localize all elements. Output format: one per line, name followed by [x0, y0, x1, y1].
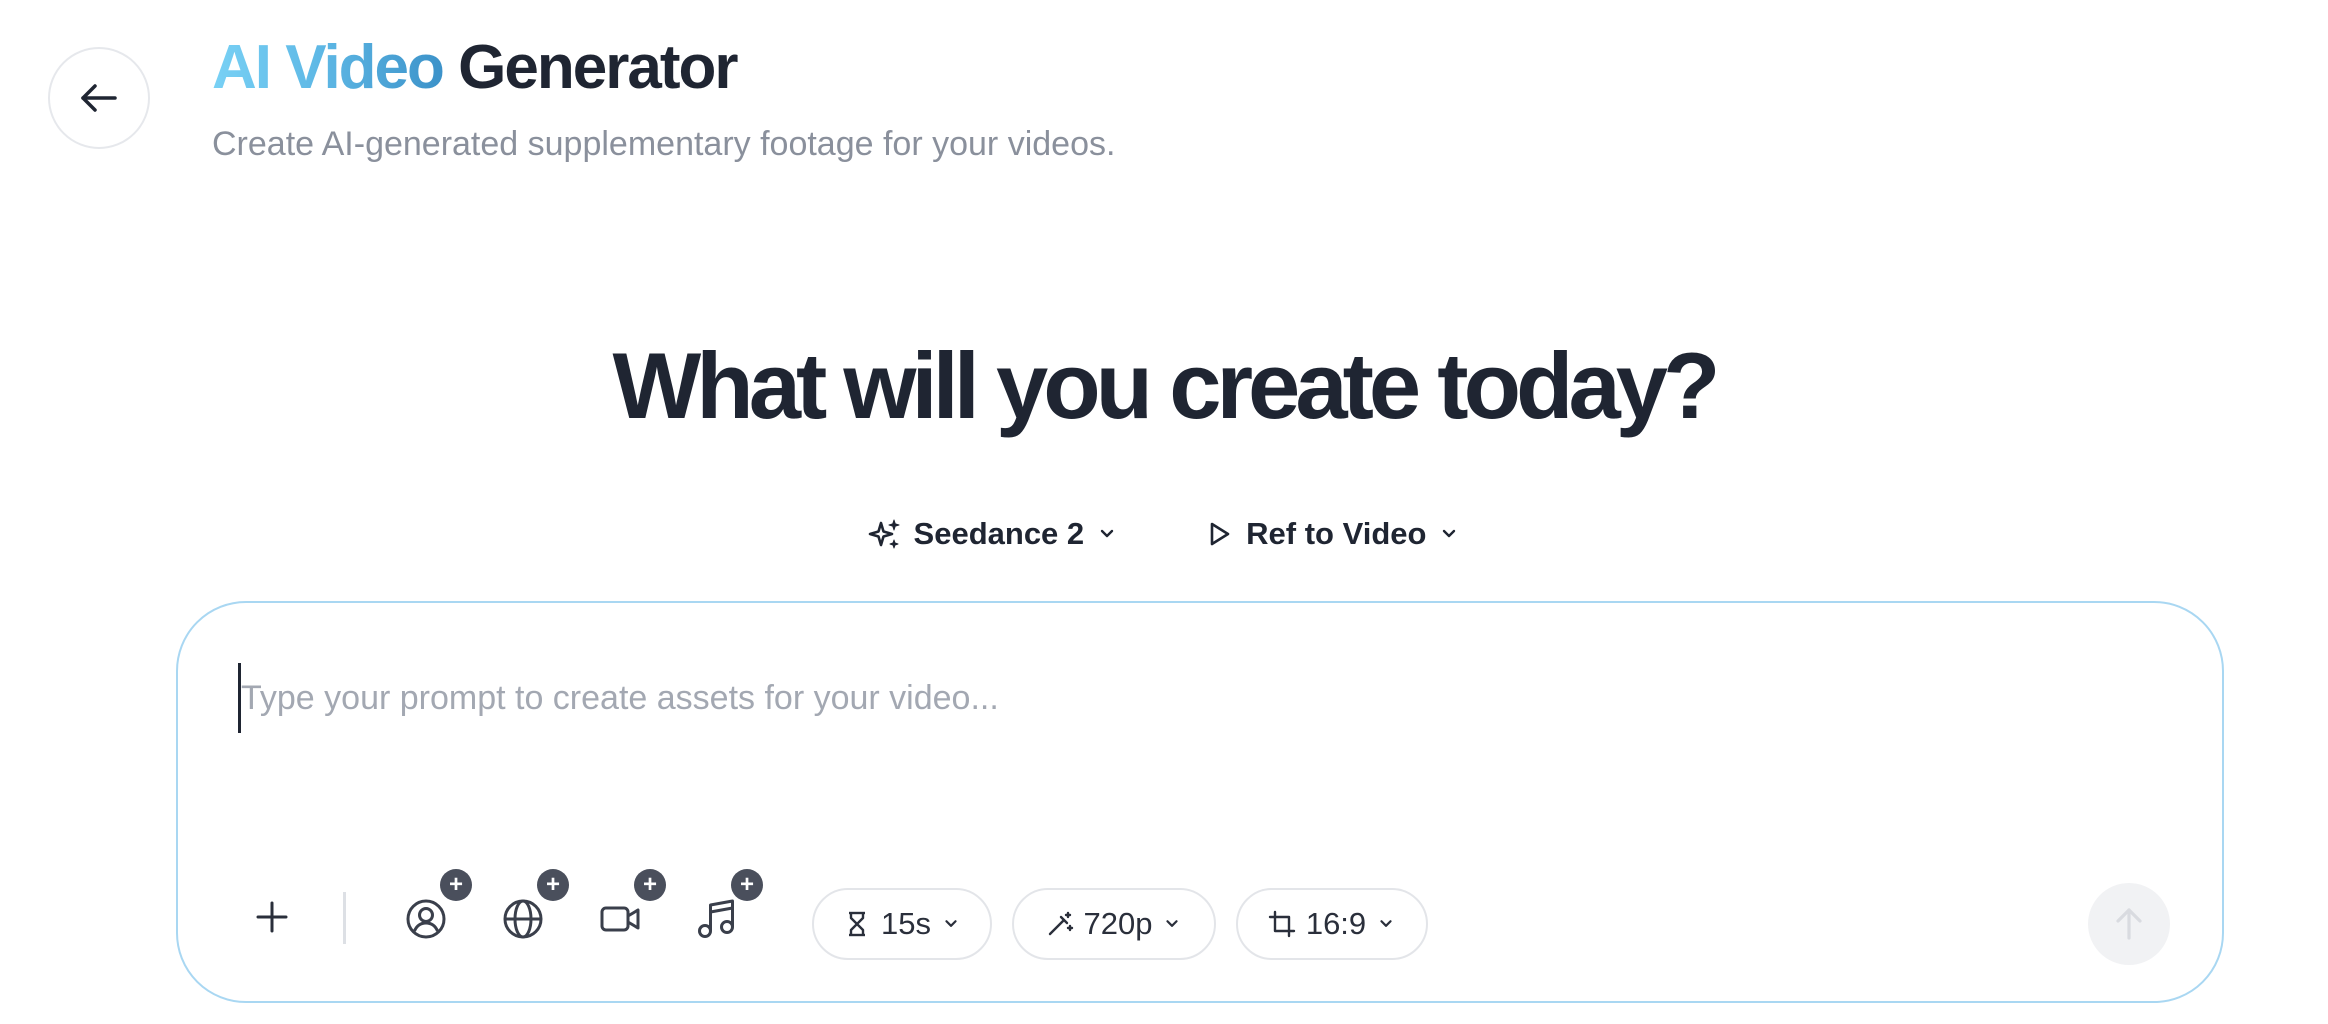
chevron-down-icon [945, 920, 957, 927]
aspect-ratio-selector[interactable]: 16:9 [1236, 888, 1428, 960]
add-badge: + [440, 869, 472, 901]
add-video-button[interactable]: + [590, 869, 666, 949]
back-button[interactable] [48, 47, 150, 149]
chevron-down-icon [1380, 920, 1392, 927]
add-character-button[interactable]: + [396, 869, 472, 949]
chevron-down-icon [1100, 529, 1114, 538]
generation-selectors: Seedance 2 Ref to Video [0, 506, 2328, 562]
globe-icon [503, 899, 543, 939]
mode-selector[interactable]: Ref to Video [1204, 506, 1460, 562]
duration-value: 15s [881, 906, 931, 941]
model-selector[interactable]: Seedance 2 [868, 506, 1119, 562]
add-badge: + [634, 869, 666, 901]
sparkle-icon [868, 519, 900, 549]
add-audio-button[interactable]: + [687, 869, 763, 949]
aspect-ratio-value: 16:9 [1305, 906, 1367, 941]
send-button[interactable] [2088, 883, 2170, 965]
duration-selector[interactable]: 15s [812, 888, 992, 960]
arrow-left-icon [81, 84, 117, 112]
chevron-down-icon [1443, 529, 1456, 538]
page-title: AI Video Generator [212, 28, 738, 108]
prompt-input[interactable] [238, 663, 2138, 733]
resolution-selector[interactable]: 720p [1012, 888, 1216, 960]
magic-wand-icon [1048, 911, 1073, 936]
toolbar-divider [343, 892, 346, 944]
resolution-value: 720p [1083, 906, 1153, 941]
music-note-icon [698, 899, 734, 938]
model-selector-label: Seedance 2 [913, 516, 1085, 551]
video-camera-icon [600, 906, 640, 932]
arrow-up-icon [2116, 908, 2142, 940]
add-badge: + [537, 869, 569, 901]
plus-icon [256, 901, 288, 933]
hero-heading: What will you create today? [612, 333, 1721, 438]
page-title-rest: Generator [458, 33, 738, 102]
crop-icon [1268, 910, 1296, 938]
add-attachment-button[interactable] [244, 889, 300, 945]
hourglass-icon [849, 911, 865, 937]
prompt-box: + + + + [176, 601, 2224, 1003]
person-icon [406, 899, 446, 939]
play-icon [1210, 522, 1230, 546]
add-badge: + [731, 869, 763, 901]
add-scene-button[interactable]: + [493, 869, 569, 949]
chevron-down-icon [1166, 920, 1179, 927]
page-title-brand: AI Video [212, 33, 445, 102]
page-subtitle: Create AI-generated supplementary footag… [212, 125, 1116, 163]
mode-selector-label: Ref to Video [1246, 516, 1427, 551]
